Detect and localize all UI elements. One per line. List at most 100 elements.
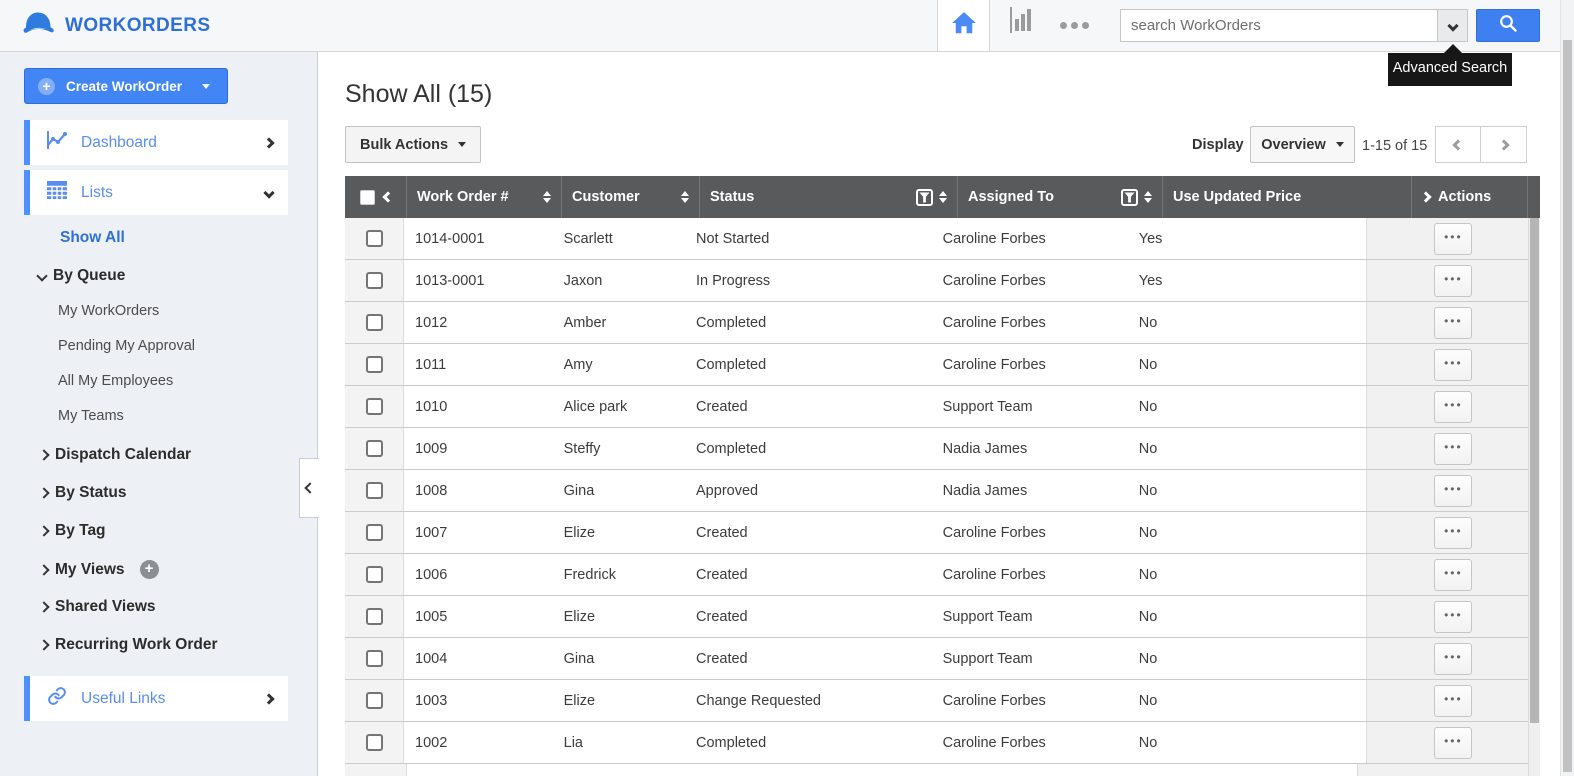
bulk-actions-button[interactable]: Bulk Actions [345,126,482,163]
cell-customer: Gina [563,482,595,499]
column-header-status[interactable]: Status [700,176,958,218]
row-checkbox[interactable] [365,482,383,499]
sort-icon[interactable] [1144,191,1152,203]
row-actions-button[interactable]: ••• [1434,516,1473,549]
search-input[interactable] [1120,9,1438,42]
sidebar-item-recurring-work-order[interactable]: Recurring Work Order [38,636,218,654]
row-actions-cell: ••• [1365,218,1540,259]
sidebar-item-show-all[interactable]: Show All [60,229,125,247]
row-checkbox[interactable] [365,524,383,541]
row-checkbox[interactable] [365,608,383,625]
cell-work-order[interactable]: 1012 [404,302,553,343]
prev-page-button[interactable] [1435,126,1481,163]
sidebar-item-lists[interactable]: Lists [24,170,288,215]
sidebar-item-pending-my-approval[interactable]: Pending My Approval [58,338,195,354]
row-checkbox[interactable] [365,230,383,247]
row-actions-button[interactable]: ••• [1434,222,1473,255]
row-select-cell [345,302,405,343]
row-checkbox[interactable] [365,566,383,583]
row-select-cell [345,596,405,637]
page-scrollbar[interactable] [1560,0,1574,776]
row-checkbox[interactable] [365,440,383,457]
row-checkbox[interactable] [365,398,383,415]
cell-work-order[interactable]: 1011 [404,344,553,385]
cell-work-order[interactable]: 1004 [404,638,553,679]
select-all-checkbox[interactable] [359,189,375,205]
sidebar-item-dispatch-calendar[interactable]: Dispatch Calendar [38,446,191,464]
row-checkbox[interactable] [365,314,383,331]
row-actions-button[interactable]: ••• [1434,390,1473,423]
row-checkbox[interactable] [365,650,383,667]
table-scrollbar-thumb[interactable] [1530,218,1539,723]
sidebar-collapse-handle[interactable] [299,458,319,518]
column-header-customer[interactable]: Customer [562,176,700,218]
sidebar-item-useful-links[interactable]: Useful Links [24,676,288,721]
sidebar: + Create WorkOrder Dashboard Lists Show … [0,52,318,776]
row-checkbox[interactable] [365,734,383,751]
sidebar-item-all-my-employees[interactable]: All My Employees [58,373,173,389]
column-header-assigned-to[interactable]: Assigned To [958,176,1163,218]
cell-work-order[interactable]: 1005 [404,596,553,637]
row-actions-button[interactable]: ••• [1434,600,1473,633]
sidebar-item-dashboard[interactable]: Dashboard [24,120,288,165]
cell-customer: Elize [563,524,596,541]
row-select-cell [345,218,405,259]
cell-work-order[interactable]: 1010 [404,386,553,427]
cell-assigned-to: Caroline Forbes [942,272,1046,289]
cell-work-order[interactable]: 1008 [404,470,553,511]
sort-icon[interactable] [939,191,947,203]
row-checkbox[interactable] [365,692,383,709]
row-select-cell [345,344,405,385]
next-page-button[interactable] [1481,126,1527,163]
display-mode-select[interactable]: Overview [1250,126,1355,163]
cell-work-order[interactable]: 1002 [404,722,553,763]
row-checkbox[interactable] [365,272,383,289]
chevron-left-icon[interactable] [381,191,394,203]
row-actions-button[interactable]: ••• [1434,348,1473,381]
sidebar-item-by-queue[interactable]: By Queue [36,267,125,285]
table-scrollbar[interactable] [1528,218,1540,776]
sidebar-item-my-views[interactable]: My Views + [38,560,159,579]
sidebar-item-by-tag[interactable]: By Tag [38,522,106,540]
sidebar-item-shared-views[interactable]: Shared Views [38,598,156,616]
add-view-button[interactable]: + [139,560,159,579]
reports-button[interactable] [1006,7,1038,40]
cell-work-order[interactable]: 1014-0001 [404,218,553,259]
cell-work-order[interactable]: 1003 [404,680,553,721]
ellipsis-icon: ••• [1444,355,1463,370]
cell-customer: Elize [563,608,596,625]
row-actions-button[interactable]: ••• [1434,474,1473,507]
ellipsis-icon: ••• [1444,523,1463,538]
more-menu-button[interactable] [1060,22,1089,29]
sort-icon[interactable] [543,191,551,203]
create-workorder-button[interactable]: + Create WorkOrder [24,68,228,104]
row-actions-button[interactable]: ••• [1434,264,1473,297]
cell-assigned-to: Caroline Forbes [942,566,1046,583]
page-scrollbar-thumb[interactable] [1563,40,1572,772]
sort-icon[interactable] [681,191,689,203]
sidebar-item-by-status[interactable]: By Status [38,484,127,502]
row-checkbox[interactable] [365,356,383,373]
search-button[interactable] [1476,9,1540,42]
row-actions-button[interactable]: ••• [1434,558,1473,591]
advanced-search-dropdown-button[interactable] [1437,9,1468,42]
filter-icon[interactable] [1121,188,1138,206]
row-actions-button[interactable]: ••• [1434,726,1473,759]
row-actions-button[interactable]: ••• [1434,684,1473,717]
filter-icon[interactable] [916,188,933,206]
column-header-work-order[interactable]: Work Order # [407,176,562,218]
sidebar-item-my-teams[interactable]: My Teams [58,408,124,424]
home-button[interactable] [937,0,990,51]
row-actions-button[interactable]: ••• [1434,432,1473,465]
cell-work-order[interactable]: 1006 [404,554,553,595]
row-actions-button[interactable]: ••• [1434,642,1473,675]
row-actions-button[interactable]: ••• [1434,306,1473,339]
cell-work-order[interactable]: 1007 [404,512,553,553]
ellipsis-icon: ••• [1444,649,1463,664]
cell-work-order[interactable]: 1009 [404,428,553,469]
cell-work-order[interactable]: 1013-0001 [404,260,553,301]
column-header-actions[interactable]: Actions [1412,176,1528,218]
sidebar-item-my-workorders[interactable]: My WorkOrders [58,303,159,319]
row-select-cell [345,260,405,301]
cell-customer: Steffy [563,440,601,457]
